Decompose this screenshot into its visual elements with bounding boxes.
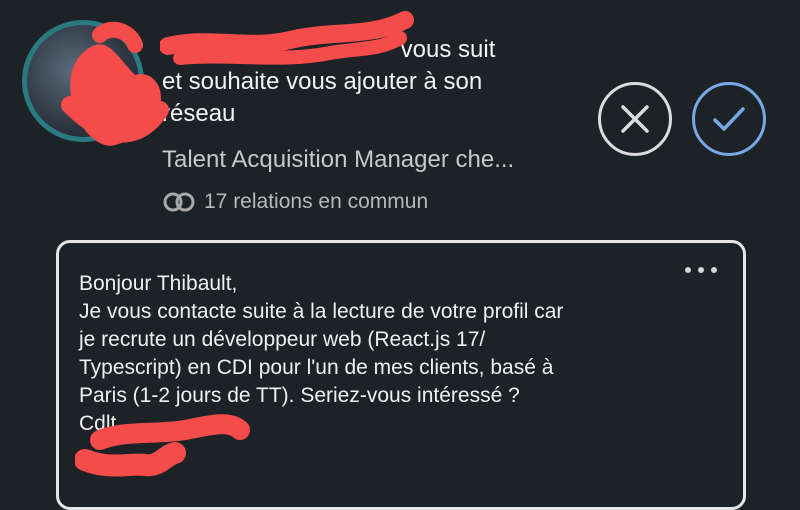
message-line: Typescript) en CDI pour l'un de mes clie…	[79, 356, 554, 379]
more-options-dot	[698, 267, 704, 273]
message-line: Je vous contacte suite à la lecture de v…	[79, 300, 564, 323]
sender-avatar[interactable]	[22, 20, 144, 142]
invitation-note-text: Bonjour Thibault, Je vous contacte suite…	[79, 270, 679, 438]
more-options-dot	[711, 267, 717, 273]
invitation-note-card: Bonjour Thibault, Je vous contacte suite…	[56, 240, 746, 510]
mutual-connections-label: 17 relations en commun	[204, 190, 429, 213]
invite-line-2: et souhaite vous ajouter à son	[162, 68, 483, 95]
invite-line-1: vous suit	[400, 36, 496, 63]
message-line: Bonjour Thibault,	[79, 272, 238, 295]
message-line: je recrute un développeur web (React.js …	[79, 328, 486, 351]
checkmark-icon	[713, 107, 745, 131]
invitation-message: vous suit et souhaite vous ajouter à son…	[162, 34, 552, 130]
mutual-connections-icon	[163, 192, 195, 212]
message-line: Paris (1-2 jours de TT). Seriez-vous int…	[79, 384, 520, 407]
more-options-button[interactable]	[685, 263, 717, 277]
ignore-button[interactable]	[598, 82, 672, 156]
message-line: Cdlt	[79, 412, 117, 435]
avatar-photo	[27, 25, 139, 137]
mutual-connections[interactable]: 17 relations en commun	[162, 187, 428, 217]
more-options-icon	[685, 267, 691, 273]
close-icon	[621, 105, 649, 133]
invite-line-3: réseau	[162, 100, 236, 127]
accept-button[interactable]	[692, 82, 766, 156]
sender-headline: Talent Acquisition Manager che...	[162, 146, 515, 173]
